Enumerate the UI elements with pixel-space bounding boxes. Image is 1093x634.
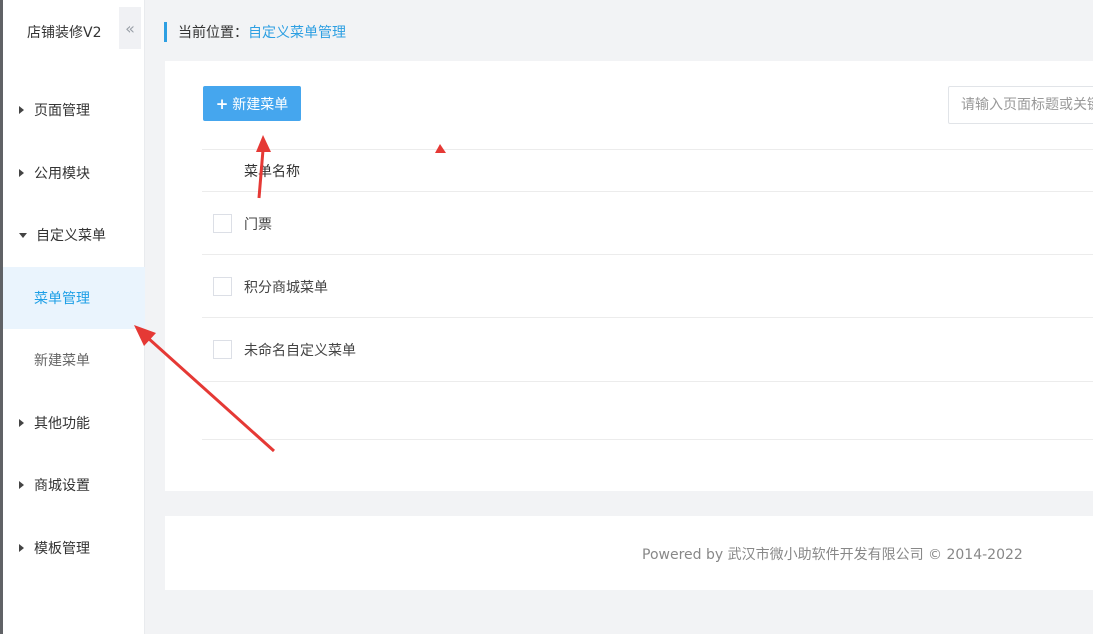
sidebar-item-other-functions[interactable]: 其他功能 xyxy=(3,392,145,454)
row-divider xyxy=(202,381,1093,382)
sidebar-item-common-modules[interactable]: 公用模块 xyxy=(3,142,145,204)
new-menu-button-label: 新建菜单 xyxy=(232,96,289,113)
sidebar-header: 店铺装修V2 « xyxy=(3,0,145,62)
sidebar-item-label: 商城设置 xyxy=(34,478,90,494)
caret-down-icon xyxy=(19,232,27,238)
collapse-sidebar-button[interactable]: « xyxy=(119,7,141,49)
sidebar-item-page-management[interactable]: 页面管理 xyxy=(3,79,145,141)
caret-right-icon xyxy=(19,544,24,552)
row-menu-name: 门票 xyxy=(244,217,272,233)
double-chevron-left-icon: « xyxy=(125,18,135,38)
store-title: 店铺装修V2 xyxy=(27,25,102,41)
sidebar-subitem-menu-management[interactable]: 菜单管理 xyxy=(3,267,145,329)
row-menu-name: 积分商城菜单 xyxy=(244,280,328,296)
row-checkbox[interactable] xyxy=(213,214,232,233)
column-header-menu-name: 菜单名称 xyxy=(244,164,300,180)
plus-icon: + xyxy=(215,94,229,113)
new-menu-button[interactable]: + 新建菜单 xyxy=(203,86,301,121)
breadcrumb-current-link[interactable]: 自定义菜单管理 xyxy=(248,22,346,42)
row-checkbox[interactable] xyxy=(213,277,232,296)
caret-right-icon xyxy=(19,481,24,489)
sidebar-item-template-management[interactable]: 模板管理 xyxy=(3,517,145,579)
caret-right-icon xyxy=(19,169,24,177)
breadcrumb-label: 当前位置： xyxy=(178,25,248,41)
sidebar-item-custom-menu[interactable]: 自定义菜单 xyxy=(3,204,145,266)
search-input[interactable] xyxy=(948,86,1093,124)
sidebar-item-label: 模板管理 xyxy=(34,541,90,557)
sidebar-item-label: 页面管理 xyxy=(34,103,90,119)
sidebar-subitem-label: 菜单管理 xyxy=(34,291,90,307)
sidebar-subitem-new-menu[interactable]: 新建菜单 xyxy=(3,329,145,391)
sidebar-item-label: 自定义菜单 xyxy=(36,228,106,244)
menu-list-panel: + 新建菜单 菜单名称 门票 积分商城菜单 未命名自定义菜单 xyxy=(165,61,1093,491)
footer-copyright: Powered by 武汉市微小助软件开发有限公司 © 2014-2022 xyxy=(642,547,1023,563)
row-menu-name: 未命名自定义菜单 xyxy=(244,343,356,359)
footer: Powered by 武汉市微小助软件开发有限公司 © 2014-2022 xyxy=(165,516,1093,590)
sidebar-subitem-label: 新建菜单 xyxy=(34,353,90,369)
table-bottom-divider xyxy=(202,439,1093,440)
sidebar-item-label: 公用模块 xyxy=(34,166,90,182)
table-row[interactable]: 未命名自定义菜单 xyxy=(202,318,1093,381)
table-top-divider xyxy=(202,149,1093,150)
sidebar-item-mall-settings[interactable]: 商城设置 xyxy=(3,454,145,516)
caret-right-icon xyxy=(19,106,24,114)
breadcrumb: 当前位置： 自定义菜单管理 xyxy=(164,22,346,42)
caret-right-icon xyxy=(19,419,24,427)
table-row[interactable]: 门票 xyxy=(202,192,1093,255)
sidebar: 店铺装修V2 « 页面管理 公用模块 自定义菜单 菜单管理 新建菜单 其他功能 … xyxy=(3,0,145,634)
sidebar-item-label: 其他功能 xyxy=(34,416,90,432)
table-row[interactable]: 积分商城菜单 xyxy=(202,255,1093,318)
row-checkbox[interactable] xyxy=(213,340,232,359)
